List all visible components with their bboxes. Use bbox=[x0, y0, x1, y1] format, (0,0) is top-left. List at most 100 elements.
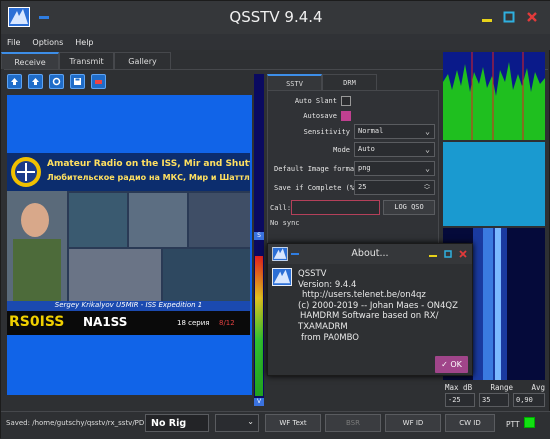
main-tabs: Receive Transmit Gallery bbox=[1, 52, 171, 69]
window-title: QSSTV 9.4.4 bbox=[229, 8, 323, 26]
autosave-checkbox[interactable] bbox=[341, 111, 351, 121]
callsign-right: NA1SS bbox=[83, 315, 128, 329]
range-spinbox[interactable]: 35 bbox=[479, 393, 509, 407]
ok-label: OK bbox=[450, 360, 462, 369]
about-dialog: About... QSSTV Version: 9.4.4 http://use… bbox=[267, 243, 473, 376]
auto-slant-label: Auto Slant bbox=[294, 97, 337, 105]
save-complete-spinbox[interactable]: 25 ︿ ﹀ bbox=[354, 180, 435, 195]
vu-level bbox=[255, 256, 263, 396]
about-hamdrm: HAMDRM Software based on RX/ bbox=[300, 311, 439, 322]
cw-id-button[interactable]: CW ID bbox=[445, 414, 495, 432]
vu-marker-s[interactable]: S bbox=[254, 232, 264, 240]
avg-spinbox[interactable]: 0,90 bbox=[513, 393, 545, 407]
close-icon[interactable] bbox=[459, 250, 467, 258]
tab-drm[interactable]: DRM bbox=[322, 74, 377, 90]
rig-dropdown[interactable]: ⌄ bbox=[215, 414, 259, 432]
about-copyright: (c) 2000-2019 -- Johan Maes - ON4QZ bbox=[298, 300, 458, 311]
check-icon: ✓ bbox=[441, 360, 451, 369]
spectrum-display[interactable] bbox=[443, 52, 545, 140]
menu-help[interactable]: Help bbox=[75, 38, 93, 47]
refresh-icon[interactable] bbox=[49, 74, 64, 89]
sensitivity-value: Normal bbox=[358, 127, 384, 135]
main-window: QSSTV 9.4.4 File Options Help Receive Tr… bbox=[0, 0, 550, 439]
log-qso-button[interactable]: LOG QSO bbox=[383, 200, 435, 215]
call-label: Call: bbox=[270, 204, 292, 212]
chevron-down-icon: ⌄ bbox=[425, 145, 430, 154]
sensitivity-label: Sensitivity bbox=[303, 128, 350, 136]
image-format-select[interactable]: png ⌄ bbox=[354, 161, 435, 176]
max-db-spinbox[interactable]: -25 bbox=[445, 393, 475, 407]
chevron-down-icon: ⌄ bbox=[425, 127, 430, 136]
maximize-icon[interactable] bbox=[444, 250, 452, 258]
minimize-icon[interactable] bbox=[481, 11, 493, 23]
sync-status: No sync bbox=[270, 219, 300, 227]
call-input[interactable] bbox=[291, 200, 380, 215]
about-text: QSSTV Version: 9.4.4 http://users.telene… bbox=[298, 269, 458, 343]
mode-select[interactable]: Auto ⌄ bbox=[354, 142, 435, 157]
up-arrow-icon[interactable] bbox=[7, 74, 22, 89]
tab-transmit[interactable]: Transmit bbox=[59, 52, 114, 69]
erase-icon[interactable] bbox=[91, 74, 106, 89]
bsr-button[interactable]: BSR bbox=[325, 414, 381, 432]
vu-marker-v[interactable]: V bbox=[254, 398, 264, 406]
crew-photo-4 bbox=[69, 249, 161, 301]
crew-photo-2 bbox=[129, 193, 187, 247]
callsign-left: RS0ISS bbox=[9, 314, 65, 330]
saved-path: Saved: /home/gutschy/qsstv/rx_sstv/PD180 bbox=[6, 419, 144, 427]
qsstv-logo-icon bbox=[272, 268, 292, 286]
about-title: About... bbox=[351, 248, 389, 259]
crew-photo-5 bbox=[163, 249, 250, 301]
auto-slant-checkbox[interactable] bbox=[341, 96, 351, 106]
about-title-bar: About... bbox=[268, 244, 472, 264]
about-txamadrm: TXAMADRM bbox=[298, 321, 348, 332]
ptt-indicator bbox=[524, 417, 535, 428]
ok-button[interactable]: ✓ OK bbox=[435, 356, 468, 373]
iss-logo-icon bbox=[11, 157, 41, 187]
crew-photo-1 bbox=[69, 193, 127, 247]
tab-gallery[interactable]: Gallery bbox=[114, 52, 171, 69]
max-db-label: Max dB bbox=[445, 383, 473, 392]
about-url[interactable]: http://users.telenet.be/on4qz bbox=[298, 290, 458, 301]
spin-arrows-icon: ︿ ﹀ bbox=[423, 181, 430, 194]
chevron-down-icon: ⌄ bbox=[425, 164, 430, 173]
banner-line-2: Любительское радио на МКС, Мир и Шаттл bbox=[47, 173, 250, 182]
crew-photo-3 bbox=[189, 193, 250, 247]
mode-label: Mode bbox=[333, 146, 350, 154]
save-complete-label: Save if Complete (%) bbox=[274, 184, 359, 192]
title-bar: QSSTV 9.4.4 bbox=[1, 1, 550, 34]
menu-options[interactable]: Options bbox=[32, 38, 63, 47]
received-sstv-image: Amateur Radio on the ISS, Mir and Shuttl… bbox=[7, 153, 250, 335]
image-toolbar bbox=[7, 74, 106, 92]
tab-sstv[interactable]: SSTV bbox=[267, 74, 322, 90]
waterfall-noise bbox=[443, 142, 545, 226]
close-icon[interactable] bbox=[526, 11, 538, 23]
portrait-photo bbox=[7, 191, 67, 301]
upload-icon[interactable] bbox=[28, 74, 43, 89]
chevron-down-icon: ⌄ bbox=[247, 417, 254, 426]
about-version: Version: 9.4.4 bbox=[298, 279, 357, 290]
image-format-label: Default Image format bbox=[274, 165, 359, 173]
avg-label: Avg bbox=[531, 383, 545, 392]
image-format-value: png bbox=[358, 164, 371, 172]
sensitivity-select[interactable]: Normal ⌄ bbox=[354, 124, 435, 139]
about-from: from PA0MBO bbox=[301, 332, 359, 343]
mode-value: Auto bbox=[358, 145, 375, 153]
page-label: 8/12 bbox=[219, 319, 235, 327]
save-icon[interactable] bbox=[70, 74, 85, 89]
range-label: Range bbox=[490, 383, 514, 392]
rig-status: No Rig bbox=[145, 414, 209, 432]
ptt-label: PTT bbox=[506, 420, 520, 429]
menu-file[interactable]: File bbox=[7, 38, 20, 47]
banner-line-1: Amateur Radio on the ISS, Mir and Shuttl… bbox=[47, 159, 250, 169]
autosave-label: Autosave bbox=[303, 112, 337, 120]
maximize-icon[interactable] bbox=[503, 11, 515, 23]
tab-receive[interactable]: Receive bbox=[1, 52, 59, 69]
wf-text-button[interactable]: WF Text bbox=[265, 414, 321, 432]
image-caption: Sergey Krikalyov U5MIR - ISS Expedition … bbox=[7, 301, 250, 311]
minimize-icon[interactable] bbox=[429, 250, 437, 258]
about-app-name: QSSTV bbox=[298, 269, 327, 279]
menu-bar: File Options Help bbox=[1, 34, 550, 50]
save-complete-value: 25 bbox=[358, 183, 367, 191]
wf-id-button[interactable]: WF ID bbox=[385, 414, 441, 432]
series-label: 18 серия bbox=[177, 319, 210, 327]
